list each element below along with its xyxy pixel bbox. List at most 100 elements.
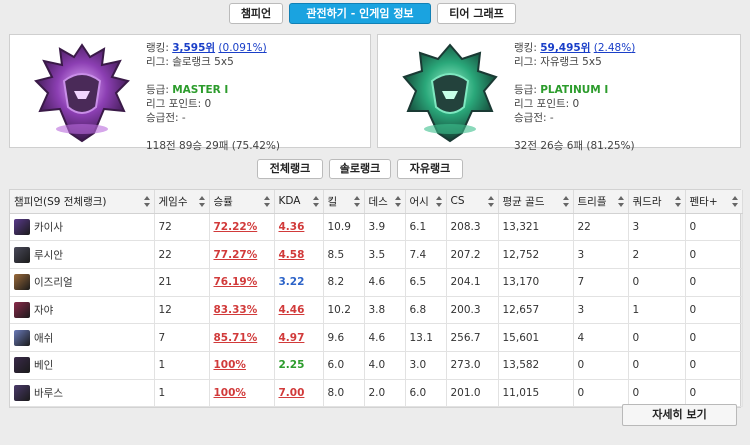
cell-quadra: 0 <box>628 351 686 380</box>
kills-value: 8.0 <box>327 386 345 399</box>
cell-kda: 4.36 <box>274 213 324 242</box>
flex-record: 32전 26승 6패 (81.25%) <box>514 140 635 152</box>
sort-arrows-icon <box>143 196 150 207</box>
cell-games: 1 <box>154 379 210 408</box>
col-games-header[interactable]: 게임수 <box>154 190 210 214</box>
cell-triple: 3 <box>573 296 629 325</box>
cell-quadra: 0 <box>628 323 686 352</box>
kills-value: 6.0 <box>327 359 345 372</box>
col-deaths-header[interactable]: 데스 <box>364 190 406 214</box>
assists-value: 7.4 <box>409 248 427 261</box>
flex-ranking-link[interactable]: 59,495위 <box>540 42 590 54</box>
col-kills-header[interactable]: 킬 <box>323 190 365 214</box>
col-champion-header[interactable]: 챔피언(S9 전체랭크) <box>10 190 155 214</box>
kda-value: 4.97 <box>278 331 305 344</box>
col-triple-header[interactable]: 트리플 <box>573 190 629 214</box>
cell-penta: 0 <box>685 351 743 380</box>
solo-ranking-pct[interactable]: 0.091% <box>223 42 263 54</box>
champion-name: 카이사 <box>34 221 63 234</box>
table-row: 자야 12 83.33% 4.46 10.2 3.8 6.8 200.3 12,657 3 1 0 <box>10 296 743 325</box>
quadra-value: 0 <box>632 359 640 372</box>
solo-ranking-link[interactable]: 3,595위 <box>172 42 215 54</box>
kills-value: 10.9 <box>327 220 351 233</box>
champion-cell: 자야 <box>10 296 155 325</box>
sort-arrows-icon <box>731 196 738 207</box>
cell-assists: 3.0 <box>405 351 447 380</box>
cell-triple: 0 <box>573 351 629 380</box>
champion-name: 자야 <box>34 304 54 317</box>
winrate-value: 100% <box>213 359 246 372</box>
cell-gold: 15,601 <box>498 323 574 352</box>
kills-value: 10.2 <box>327 303 351 316</box>
col-cs-header[interactable]: CS <box>446 190 499 214</box>
flex-rank-button[interactable]: 자유랭크 <box>397 159 463 179</box>
cell-triple: 4 <box>573 323 629 352</box>
col-assists-header[interactable]: 어시 <box>405 190 447 214</box>
view-more-button[interactable]: 자세히 보기 <box>622 404 737 426</box>
kda-value: 7.00 <box>278 386 305 399</box>
quadra-value: 0 <box>632 386 640 399</box>
sort-arrows-icon <box>198 196 205 207</box>
table-row: 카이사 72 72.22% 4.36 10.9 3.9 6.1 208.3 13,321 22 3 0 <box>10 213 743 242</box>
games-value: 1 <box>158 386 166 399</box>
cs-value: 201.0 <box>450 386 481 399</box>
penta-value: 0 <box>689 276 697 289</box>
champion-name: 바루스 <box>34 387 63 400</box>
champion-portrait-icon <box>14 329 30 346</box>
cell-cs: 256.7 <box>446 323 499 352</box>
deaths-value: 2.0 <box>368 386 386 399</box>
cell-games: 7 <box>154 323 210 352</box>
tab-spectate-ingame[interactable]: 관전하기 - 인게임 정보 <box>289 3 431 24</box>
solo-rank-button[interactable]: 솔로랭크 <box>329 159 391 179</box>
champion-portrait-icon <box>14 357 30 374</box>
cell-penta: 0 <box>685 240 743 269</box>
kills-value: 8.5 <box>327 248 345 261</box>
sort-arrows-icon <box>435 196 442 207</box>
deaths-value: 3.8 <box>368 303 386 316</box>
col-deaths-header-label: 데스 <box>368 195 388 208</box>
penta-value: 0 <box>689 220 697 233</box>
triple-value: 0 <box>577 386 585 399</box>
cell-cs: 201.0 <box>446 379 499 408</box>
col-kda-header[interactable]: KDA <box>274 190 324 214</box>
cell-triple: 0 <box>573 379 629 408</box>
col-gold-header[interactable]: 평균 골드 <box>498 190 574 214</box>
queue-filter-bar: 전체랭크 솔로랭크 자유랭크 <box>0 159 750 179</box>
penta-value: 0 <box>689 331 697 344</box>
champion-cell: 애쉬 <box>10 323 155 352</box>
champion-portrait-icon <box>14 218 30 235</box>
champion-name: 베인 <box>34 359 54 372</box>
winrate-value: 83.33% <box>213 303 258 316</box>
gold-value: 13,170 <box>502 276 540 289</box>
flex-ranking-pct[interactable]: 2.48% <box>598 42 631 54</box>
winrate-value: 76.19% <box>213 276 258 289</box>
kills-value: 9.6 <box>327 331 345 344</box>
cs-value: 208.3 <box>450 220 481 233</box>
cell-deaths: 2.0 <box>364 379 406 408</box>
cell-games: 1 <box>154 351 210 380</box>
kda-value: 3.22 <box>278 276 305 289</box>
penta-value: 0 <box>689 359 697 372</box>
assists-value: 6.5 <box>409 276 427 289</box>
quadra-value: 0 <box>632 276 640 289</box>
table-row: 바루스 1 100% 7.00 8.0 2.0 6.0 201.0 11,015 0 0 0 <box>10 379 743 408</box>
cell-assists: 6.0 <box>405 379 447 408</box>
gold-value: 15,601 <box>502 331 540 344</box>
cs-value: 273.0 <box>450 359 481 372</box>
games-value: 22 <box>158 248 172 261</box>
col-penta-header[interactable]: 펜타+ <box>685 190 743 214</box>
col-winrate-header[interactable]: 승률 <box>209 190 275 214</box>
games-value: 12 <box>158 303 172 316</box>
flex-promo: 승급전: - <box>514 112 554 124</box>
all-rank-button[interactable]: 전체랭크 <box>257 159 323 179</box>
cell-kda: 7.00 <box>274 379 324 408</box>
cell-deaths: 4.6 <box>364 268 406 297</box>
col-quadra-header[interactable]: 쿼드라 <box>628 190 686 214</box>
flex-ranking-label: 랭킹: <box>514 42 537 54</box>
games-value: 1 <box>158 359 166 372</box>
col-games-header-label: 게임수 <box>158 195 188 208</box>
champion-cell: 바루스 <box>10 379 155 408</box>
solo-ranking-label: 랭킹: <box>146 42 169 54</box>
tab-champion[interactable]: 챔피언 <box>229 3 283 24</box>
tab-tier-graph[interactable]: 티어 그래프 <box>437 3 516 24</box>
